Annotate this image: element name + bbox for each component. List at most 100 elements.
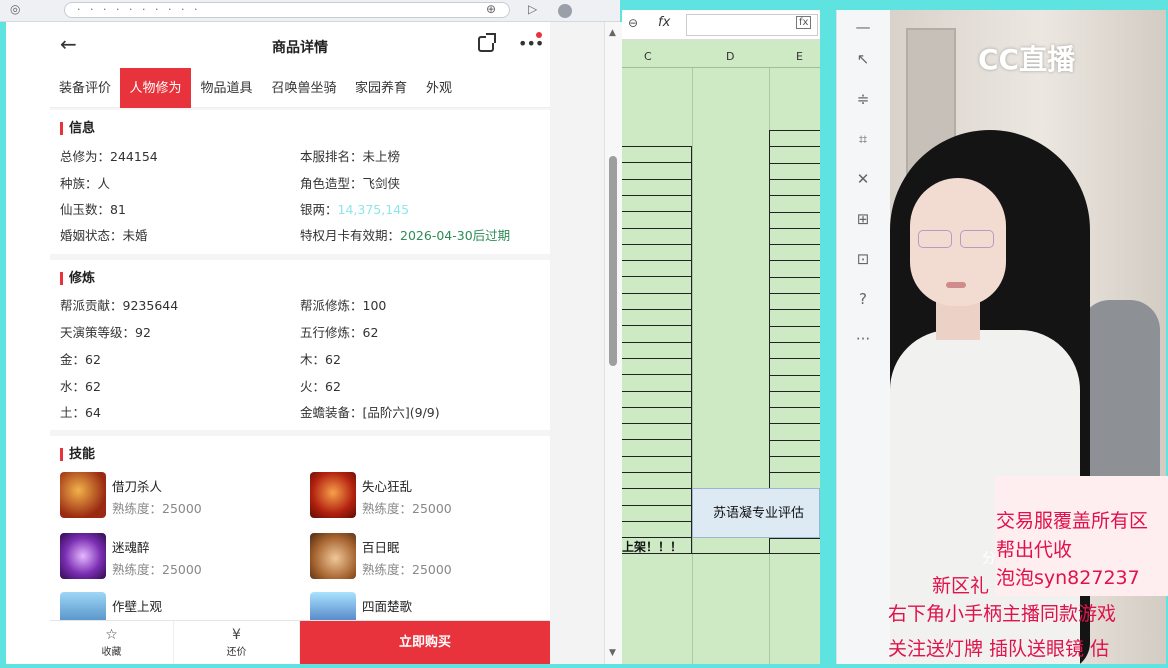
buy-now-button[interactable]: 立即购买 <box>300 621 550 664</box>
extensions-icon[interactable]: ▷ <box>528 2 537 16</box>
bookmark-icon[interactable]: ⊕ <box>486 2 496 16</box>
more-icon[interactable]: ··· <box>851 330 875 352</box>
cell-border <box>770 228 820 229</box>
jade-count: 仙玉数：81 <box>60 202 126 217</box>
cell-border <box>622 293 692 294</box>
cell-border <box>770 440 820 441</box>
shelf-cell-text: 上架！！！ <box>622 540 683 554</box>
share-icon[interactable] <box>478 33 496 52</box>
tab-summons-mounts[interactable]: 召唤兽坐骑 <box>262 68 346 108</box>
page-scrollbar[interactable]: ▲ ▼ <box>604 22 622 664</box>
cell-border <box>770 407 820 408</box>
product-detail-page: ← 商品详情 ••• 装备评价 人物修为 物品道具 召唤兽坐骑 家园养育 外观 … <box>50 22 550 664</box>
skill-proficiency: 熟练度：25000 <box>112 562 202 577</box>
cell-border <box>622 423 692 424</box>
column-divider <box>692 68 693 664</box>
cell-border <box>622 146 692 147</box>
promo-line: 泡泡syn827237 <box>996 567 1140 589</box>
cell-border <box>770 163 820 164</box>
cell-border <box>622 260 692 261</box>
evaluation-cell[interactable]: 苏语凝专业评估 <box>692 488 820 538</box>
element-metal: 金：62 <box>60 352 101 367</box>
skill-proficiency: 熟练度：25000 <box>362 562 452 577</box>
tab-appearance[interactable]: 外观 <box>416 68 462 108</box>
tab-home[interactable]: 家园养育 <box>346 68 416 108</box>
cell-border <box>622 342 692 343</box>
column-header-e[interactable]: E <box>796 50 803 63</box>
promo-line: 右下角小手柄主播同款游戏 <box>888 603 1117 625</box>
column-header-d[interactable]: D <box>726 50 734 63</box>
tianyance-level: 天演策等级：92 <box>60 325 151 340</box>
scroll-up-icon[interactable]: ▲ <box>609 28 616 38</box>
favorite-label: 收藏 <box>101 647 122 658</box>
cell-border <box>770 179 820 180</box>
page-title: 商品详情 <box>272 40 328 56</box>
address-bar[interactable]: · · · · · · · · · · <box>64 2 510 18</box>
book-search-icon[interactable]: ⊡ <box>851 250 875 272</box>
fx-label[interactable]: fx <box>658 15 670 30</box>
skills-heading: 技能 <box>60 448 95 461</box>
skill-item[interactable]: 失心狂乱 熟练度：25000 <box>310 472 540 522</box>
tab-character-cultivation[interactable]: 人物修为 <box>120 68 191 108</box>
skill-item[interactable]: 迷魂醉 熟练度：25000 <box>60 533 290 583</box>
stream-logo: CC直播 <box>978 43 1076 76</box>
cell-border <box>622 211 692 212</box>
share-badge[interactable]: 分 <box>982 548 996 568</box>
minimize-icon[interactable]: — <box>851 18 875 40</box>
element-fire: 火：62 <box>300 379 341 394</box>
cell-border <box>770 146 820 147</box>
promo-line: 关注送灯牌 插队送眼镜 估 <box>888 638 1110 660</box>
element-wood: 木：62 <box>300 352 341 367</box>
insert-function-button[interactable]: fx <box>796 16 812 29</box>
notification-dot <box>536 32 542 38</box>
bargain-button[interactable]: ¥ 还价 <box>174 621 300 664</box>
select-pointer-icon[interactable]: ↖ <box>851 50 875 72</box>
cell-border <box>622 456 692 457</box>
favorite-button[interactable]: ☆ 收藏 <box>50 621 174 664</box>
monthly-card-expiry: 特权月卡有效期：2026-04-30后过期 <box>300 228 511 243</box>
skill-name: 作壁上观 <box>112 599 163 614</box>
cell-border <box>622 391 692 392</box>
skill-name: 百日眠 <box>362 540 400 555</box>
window-menu-icon[interactable]: ◎ <box>10 2 20 16</box>
cell-border <box>622 162 692 163</box>
skill-name: 失心狂乱 <box>362 479 413 494</box>
address-text: · · · · · · · · · · <box>77 3 201 16</box>
skill-item[interactable]: 百日眠 熟练度：25000 <box>310 533 540 583</box>
adjust-icon[interactable]: ≑ <box>851 90 875 112</box>
skill-proficiency: 熟练度：25000 <box>112 501 202 516</box>
cell-border <box>622 195 692 196</box>
profile-avatar[interactable] <box>558 4 572 18</box>
tab-items[interactable]: 物品道具 <box>191 68 262 108</box>
side-toolbar: — ↖ ≑ ⌗ ✕ ⊞ ⊡ ? ··· <box>836 10 890 664</box>
cell-border <box>622 228 692 229</box>
cell-border <box>770 342 820 343</box>
tab-equipment-rating[interactable]: 装备评价 <box>50 68 120 108</box>
zoom-icon[interactable]: ⊖ <box>628 16 638 30</box>
skills-card: 技能 借刀杀人 熟练度：25000 失心狂乱 熟练度：25000 迷魂醉 熟练度… <box>50 436 550 638</box>
cell-border <box>622 309 692 310</box>
element-water: 水：62 <box>60 379 101 394</box>
column-header-c[interactable]: C <box>644 50 652 63</box>
bargain-label: 还价 <box>226 647 247 658</box>
cell-border <box>770 212 820 213</box>
total-cultivation: 总修为：244154 <box>60 149 158 164</box>
silver-amount: 银两：14,375,145 <box>300 202 410 217</box>
skill-item[interactable]: 借刀杀人 熟练度：25000 <box>60 472 290 522</box>
cell-border <box>770 244 820 245</box>
cell-border <box>770 358 820 359</box>
streamer-lips <box>946 282 966 288</box>
formula-bar: ⊖ fx fx <box>622 10 820 40</box>
tools-icon[interactable]: ✕ <box>851 170 875 192</box>
sheet-icon[interactable]: ⊞ <box>851 210 875 232</box>
scrollbar-thumb[interactable] <box>609 156 617 366</box>
cultivation-card: 修炼 帮派贡献：9235644 帮派修炼：100 天演策等级：92 五行修炼：6… <box>50 260 550 430</box>
star-icon: ☆ <box>105 627 118 643</box>
help-icon[interactable]: ? <box>851 290 875 312</box>
promo-line: 新区礼 <box>932 575 990 597</box>
scroll-down-icon[interactable]: ▼ <box>609 648 616 658</box>
crop-icon[interactable]: ⌗ <box>851 130 875 152</box>
race: 种族：人 <box>60 176 111 191</box>
cell-border <box>770 277 820 278</box>
cell-border <box>622 407 692 408</box>
